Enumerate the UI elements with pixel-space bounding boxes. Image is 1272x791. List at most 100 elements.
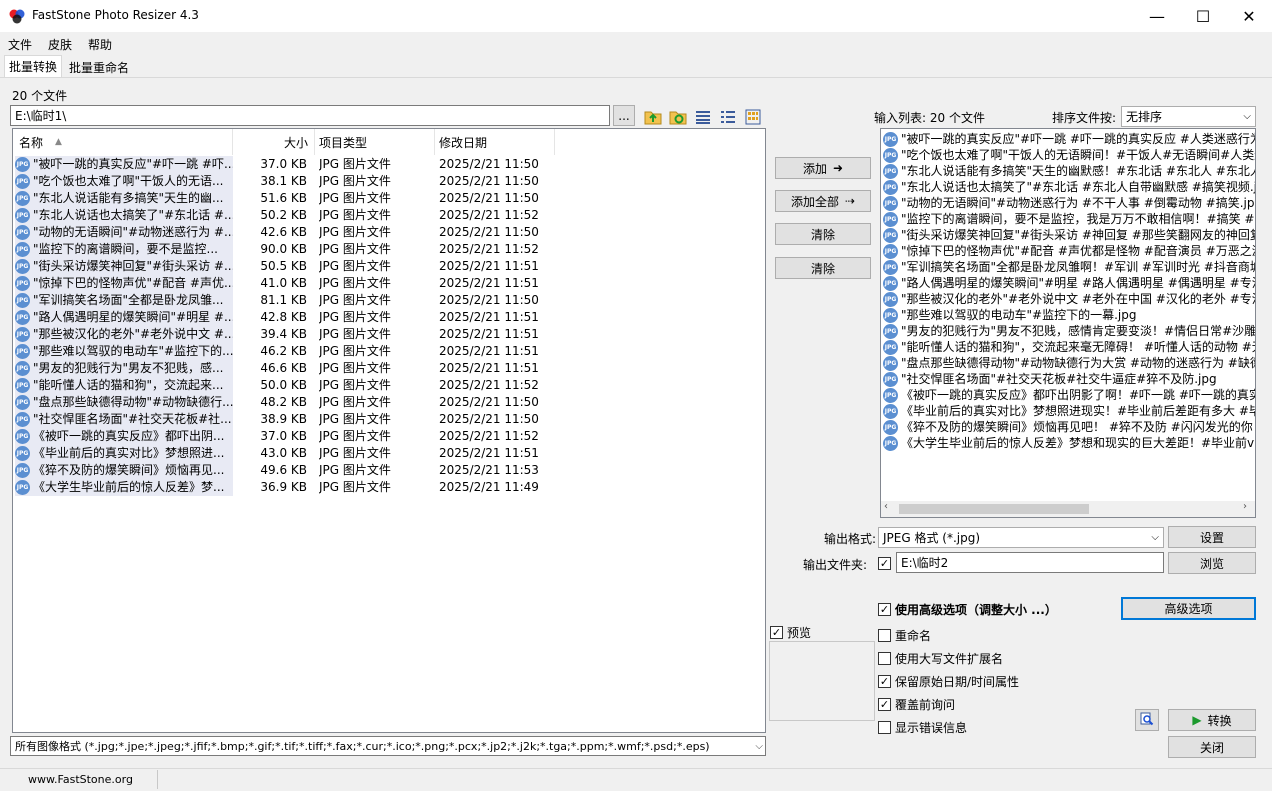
list-item[interactable]: JPG "东北人说话能有多搞笑"天生的幽默感！#东北话 #东北人 #东北人: [883, 163, 1255, 179]
list-item[interactable]: JPG "惊掉下巴的怪物声优"#配音 #声优都是怪物 #配音演员 #万恶之源: [883, 243, 1255, 259]
column-header-type[interactable]: 项目类型: [315, 129, 435, 155]
cell-type-text: JPG 图片文件: [319, 174, 391, 188]
list-item[interactable]: JPG "盘点那些缺德得动物"#动物缺德行为大赏 #动物的迷惑行为 #缺德: [883, 355, 1255, 371]
ask-overwrite-checkbox[interactable]: ✓ 覆盖前询问: [878, 696, 955, 713]
list-item[interactable]: JPG 《大学生毕业前后的惊人反差》梦想和现实的巨大差距！#毕业前v: [883, 435, 1255, 451]
jpg-file-icon: JPG: [15, 293, 30, 308]
table-row[interactable]: JPG "男友的犯贱行为"男友不犯贱，感... 46.6 KB JPG 图片文件 202…: [13, 360, 753, 377]
output-format-select[interactable]: JPEG 格式 (*.jpg) ⌵: [878, 527, 1164, 548]
folder-refresh-icon[interactable]: [669, 108, 687, 126]
output-folder-input[interactable]: E:\临时2: [896, 552, 1164, 573]
list-item[interactable]: JPG "男友的犯贱行为"男友不犯贱，感情肯定要变淡！#情侣日常#沙雕: [883, 323, 1255, 339]
file-list[interactable]: 名称 ▲ 大小 项目类型 修改日期 JPG "被吓一跳的真实反应"#吓一跳 #吓.…: [12, 128, 766, 733]
table-row[interactable]: JPG "社交悍匪名场面"#社交天花板#社... 38.9 KB JPG 图片文件 20…: [13, 411, 753, 428]
menu-skin[interactable]: 皮肤: [40, 34, 80, 54]
close-app-button[interactable]: 关闭: [1168, 736, 1256, 758]
list-item[interactable]: JPG 《猝不及防的爆笑瞬间》烦恼再见吧！ #猝不及防 #闪闪发光的你: [883, 419, 1255, 435]
list-item[interactable]: JPG "能听懂人话的猫和狗"，交流起来毫无障碍！ #听懂人话的动物 #无: [883, 339, 1255, 355]
details-view-icon[interactable]: [694, 108, 712, 126]
list-item[interactable]: JPG "社交悍匪名场面"#社交天花板#社交牛逼症#猝不及防.jpg: [883, 371, 1255, 387]
cell-size: 81.1 KB: [235, 292, 307, 309]
table-row[interactable]: JPG "惊掉下巴的怪物声优"#配音 #声优... 41.0 KB JPG 图片文件 2…: [13, 275, 753, 292]
jpg-file-icon: JPG: [15, 191, 30, 206]
preview-checkbox[interactable]: ✓ 预览: [770, 624, 811, 641]
column-header-date[interactable]: 修改日期: [435, 129, 555, 155]
thumbnail-view-icon[interactable]: [744, 108, 762, 126]
table-row[interactable]: JPG "路人偶遇明星的爆笑瞬间"#明星 #... 42.8 KB JPG 图片文件 2…: [13, 309, 753, 326]
table-row[interactable]: JPG "东北人说话也太搞笑了"#东北话 #... 50.2 KB JPG 图片文件 2…: [13, 207, 753, 224]
list-item[interactable]: JPG "街头采访爆笑神回复"#街头采访 #神回复 #那些笑翻网友的神回复: [883, 227, 1255, 243]
table-row[interactable]: JPG 《猝不及防的爆笑瞬间》烦恼再见... 49.6 KB JPG 图片文件 2025…: [13, 462, 753, 479]
list-item[interactable]: JPG "东北人说话也太搞笑了"#东北话 #东北人自带幽默感 #搞笑视频.jp: [883, 179, 1255, 195]
cell-type-text: JPG 图片文件: [319, 208, 391, 222]
table-row[interactable]: JPG "那些被汉化的老外"#老外说中文 #... 39.4 KB JPG 图片文件 2…: [13, 326, 753, 343]
advanced-options-checkbox[interactable]: ✓ 使用高级选项（调整大小 ...）: [878, 601, 1057, 618]
list-item[interactable]: JPG "那些被汉化的老外"#老外说中文 #老外在中国 #汉化的老外 #专治: [883, 291, 1255, 307]
table-row[interactable]: JPG "盘点那些缺德得动物"#动物缺德行... 48.2 KB JPG 图片文件 20…: [13, 394, 753, 411]
sort-select[interactable]: 无排序 ⌵: [1121, 106, 1256, 127]
scrollbar-thumb[interactable]: [899, 504, 1089, 514]
column-header-size[interactable]: 大小: [233, 129, 315, 155]
input-file-list[interactable]: JPG "被吓一跳的真实反应"#吓一跳 #吓一跳的真实反应 #人类迷惑行为 JPG "…: [880, 128, 1256, 518]
list-item[interactable]: JPG "监控下的离谱瞬间，要不是监控，我是万万不敢相信啊！#搞笑 #: [883, 211, 1255, 227]
tab-batch-convert[interactable]: 批量转换: [4, 55, 63, 77]
check-icon: ✓: [878, 698, 891, 711]
show-errors-checkbox[interactable]: 显示错误信息: [878, 719, 967, 736]
table-row[interactable]: JPG "能听懂人话的猫和狗"，交流起来... 50.0 KB JPG 图片文件 202…: [13, 377, 753, 394]
scroll-left-icon[interactable]: ‹: [884, 501, 888, 512]
list-item[interactable]: JPG 《被吓一跳的真实反应》都吓出阴影了啊！#吓一跳 #吓一跳的真实: [883, 387, 1255, 403]
table-row[interactable]: JPG 《毕业前后的真实对比》梦想照进... 43.0 KB JPG 图片文件 2025…: [13, 445, 753, 462]
clear-all-button[interactable]: 清除: [775, 257, 871, 279]
source-path-input[interactable]: E:\临时1\: [10, 105, 610, 126]
cell-name-text: 《猝不及防的爆笑瞬间》烦恼再见...: [33, 463, 225, 477]
menu-help[interactable]: 帮助: [80, 34, 120, 54]
uppercase-extension-checkbox[interactable]: 使用大写文件扩展名: [878, 650, 1003, 667]
list-item-label: "盘点那些缺德得动物"#动物缺德行为大赏 #动物的迷惑行为 #缺德: [901, 356, 1255, 370]
column-header-name[interactable]: 名称 ▲: [13, 129, 233, 155]
table-row[interactable]: JPG "吃个饭也太难了啊"干饭人的无语... 38.1 KB JPG 图片文件 202…: [13, 173, 753, 190]
convert-button[interactable]: ▶ 转换: [1168, 709, 1256, 731]
list-item[interactable]: JPG "军训搞笑名场面"全都是卧龙凤雏啊！#军训 #军训时光 #抖音商城: [883, 259, 1255, 275]
cell-name-text: "惊掉下巴的怪物声优"#配音 #声优...: [33, 276, 233, 290]
table-row[interactable]: JPG "街头采访爆笑神回复"#街头采访 #... 50.5 KB JPG 图片文件 2…: [13, 258, 753, 275]
rename-checkbox[interactable]: 重命名: [878, 627, 931, 644]
cell-size: 38.9 KB: [235, 411, 307, 428]
advanced-options-button[interactable]: 高级选项: [1121, 597, 1256, 620]
table-row[interactable]: JPG "军训搞笑名场面"全都是卧龙凤雏... 81.1 KB JPG 图片文件 202…: [13, 292, 753, 309]
add-button[interactable]: 添加 ➜: [775, 157, 871, 179]
list-item[interactable]: JPG 《毕业前后的真实对比》梦想照进现实！#毕业前后差距有多大 #毕: [883, 403, 1255, 419]
add-all-button[interactable]: 添加全部 ⇢: [775, 190, 871, 212]
list-item[interactable]: JPG "那些难以驾驭的电动车"#监控下的一幕.jpg: [883, 307, 1255, 323]
file-filter-select[interactable]: 所有图像格式 (*.jpg;*.jpe;*.jpeg;*.jfif;*.bmp;…: [10, 736, 766, 756]
cell-type-text: JPG 图片文件: [319, 310, 391, 324]
table-row[interactable]: JPG 《被吓一跳的真实反应》都吓出阴... 37.0 KB JPG 图片文件 2025…: [13, 428, 753, 445]
table-row[interactable]: JPG "东北人说话能有多搞笑"天生的幽... 51.6 KB JPG 图片文件 202…: [13, 190, 753, 207]
list-item[interactable]: JPG "吃个饭也太难了啊"干饭人的无语瞬间！#干饭人#无语瞬间#人类迷: [883, 147, 1255, 163]
clear-button[interactable]: 清除: [775, 223, 871, 245]
settings-button[interactable]: 设置: [1168, 526, 1256, 548]
list-item[interactable]: JPG "路人偶遇明星的爆笑瞬间"#明星 #路人偶遇明星 #偶遇明星 #专治: [883, 275, 1255, 291]
horizontal-scrollbar[interactable]: ‹ ›: [881, 501, 1255, 517]
table-row[interactable]: JPG 《大学生毕业前后的惊人反差》梦... 36.9 KB JPG 图片文件 2025…: [13, 479, 753, 496]
list-item[interactable]: JPG "被吓一跳的真实反应"#吓一跳 #吓一跳的真实反应 #人类迷惑行为: [883, 131, 1255, 147]
maximize-button[interactable]: ☐: [1180, 0, 1226, 32]
scroll-right-icon[interactable]: ›: [1243, 501, 1247, 512]
browse-output-button[interactable]: 浏览: [1168, 552, 1256, 574]
close-button[interactable]: ✕: [1226, 0, 1272, 32]
list-view-icon[interactable]: [719, 108, 737, 126]
browse-source-button[interactable]: ...: [613, 105, 635, 126]
folder-up-icon[interactable]: [644, 108, 662, 126]
menu-file[interactable]: 文件: [0, 34, 40, 54]
table-row[interactable]: JPG "动物的无语瞬间"#动物迷惑行为 #... 42.6 KB JPG 图片文件 2…: [13, 224, 753, 241]
keep-date-checkbox[interactable]: ✓ 保留原始日期/时间属性: [878, 673, 1019, 690]
list-item[interactable]: JPG "动物的无语瞬间"#动物迷惑行为 #不干人事 #倒霉动物 #搞笑.jpg: [883, 195, 1255, 211]
table-row[interactable]: JPG "被吓一跳的真实反应"#吓一跳 #吓... 37.0 KB JPG 图片文件 2…: [13, 156, 753, 173]
preview-search-button[interactable]: [1135, 709, 1159, 731]
double-arrow-right-icon: ⇢: [844, 194, 856, 208]
table-row[interactable]: JPG "监控下的离谱瞬间，要不是监控... 90.0 KB JPG 图片文件 2025…: [13, 241, 753, 258]
minimize-button[interactable]: —: [1134, 0, 1180, 32]
cell-date: 2025/2/21 11:50: [439, 394, 569, 411]
output-folder-checkbox[interactable]: ✓: [878, 557, 891, 570]
table-row[interactable]: JPG "那些难以驾驭的电动车"#监控下的... 46.2 KB JPG 图片文件 20…: [13, 343, 753, 360]
tab-batch-rename[interactable]: 批量重命名: [64, 56, 134, 76]
